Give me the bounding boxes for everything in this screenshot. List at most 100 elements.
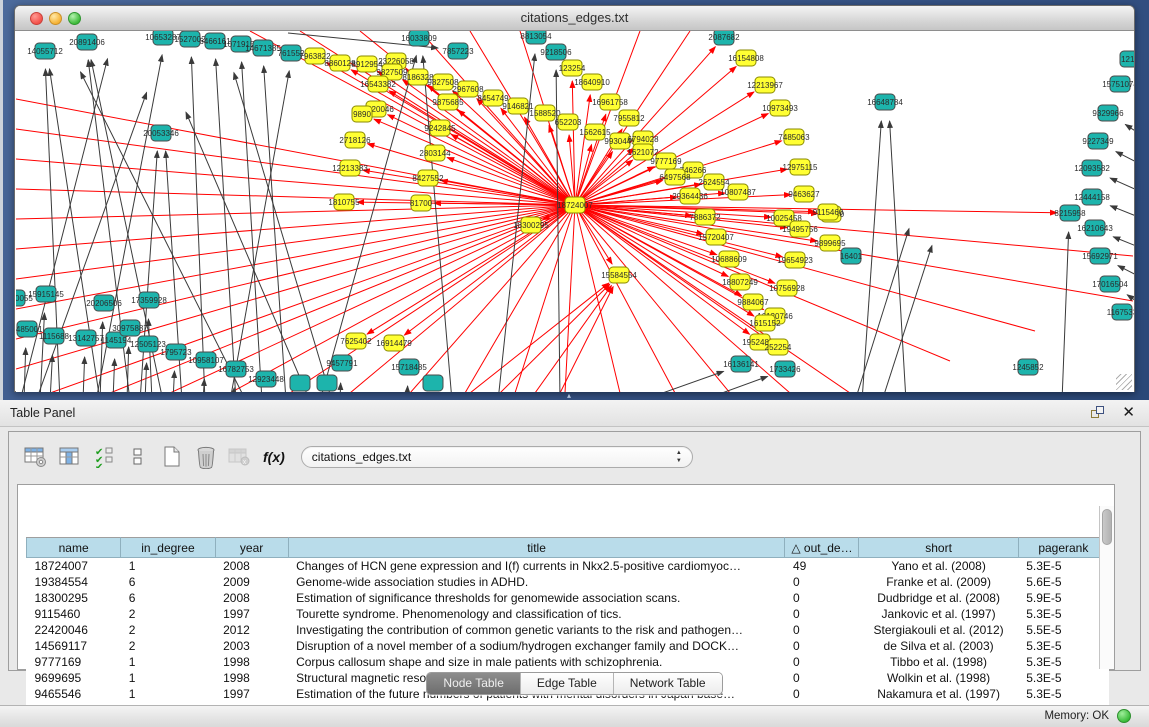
frame-resize-grip[interactable] <box>1116 374 1132 390</box>
network-node-label: 1167533 <box>1107 308 1134 317</box>
table-cell[interactable]: 2009 <box>215 574 288 590</box>
table-cell[interactable]: Investigating the contribution of common… <box>288 622 785 638</box>
table-cell[interactable]: Dudbridge et al. (2008) <box>859 590 1018 606</box>
rows-icon[interactable] <box>123 442 153 472</box>
network-node[interactable] <box>290 375 310 391</box>
table-cell[interactable]: 1998 <box>215 654 288 670</box>
table-cell[interactable]: Yano et al. (2008) <box>859 558 1018 574</box>
network-frame-titlebar[interactable]: citations_edges.txt <box>15 6 1134 31</box>
close-panel-icon[interactable]: ✕ <box>1122 403 1135 421</box>
row-selection-icon[interactable]: ✔✔✔ <box>89 442 119 472</box>
float-panel-icon[interactable] <box>1091 406 1105 420</box>
table-cell[interactable]: 49 <box>785 558 859 574</box>
table-cell[interactable]: 18724007 <box>27 558 121 574</box>
network-node[interactable] <box>317 375 337 391</box>
new-table-icon[interactable] <box>157 442 187 472</box>
table-row[interactable]: 911546021997Tourette syndrome. Phenomeno… <box>27 606 1109 622</box>
table-cell[interactable]: 18300295 <box>27 590 121 606</box>
table-cell[interactable]: Genome-wide association studies in ADHD. <box>288 574 785 590</box>
column-header-out_de[interactable]: △ out_de… <box>785 538 859 558</box>
table-cell[interactable]: 2012 <box>215 622 288 638</box>
delete-table-icon[interactable] <box>191 442 221 472</box>
table-cell[interactable]: 5.6E-5 <box>1018 574 1108 590</box>
table-cell[interactable]: Estimation of significance thresholds fo… <box>288 590 785 606</box>
network-node-label: 2967608 <box>452 85 484 94</box>
network-node[interactable] <box>423 375 443 391</box>
function-builder-icon[interactable]: f(x) <box>263 449 285 465</box>
tab-node-table[interactable]: Node Table <box>427 673 520 694</box>
attribute-browser: ✔✔✔xf(x)citations_edges.txt▲▼ namein_deg… <box>8 431 1141 671</box>
table-cell[interactable]: 9115460 <box>27 606 121 622</box>
table-cell[interactable]: Stergiakouli et al. (2012) <box>859 622 1018 638</box>
scrollbar-thumb[interactable] <box>1102 509 1112 545</box>
network-node-label: 10756928 <box>769 284 805 293</box>
table-cell[interactable]: 0 <box>785 590 859 606</box>
network-view-frame[interactable]: citations_edges.txt 18724007140557122089… <box>14 5 1135 392</box>
table-cell[interactable]: 2 <box>121 622 215 638</box>
table-cell[interactable]: 5.9E-5 <box>1018 590 1108 606</box>
table-cell[interactable]: 5.3E-5 <box>1018 654 1108 670</box>
table-cell[interactable]: 5.3E-5 <box>1018 558 1108 574</box>
table-cell[interactable]: 9777169 <box>27 654 121 670</box>
column-header-title[interactable]: title <box>288 538 785 558</box>
tab-edge-table[interactable]: Edge Table <box>520 673 613 694</box>
network-node-label: 9890 <box>353 110 371 119</box>
table-cell[interactable]: Jankovic et al. (1997) <box>859 606 1018 622</box>
table-cell[interactable]: Changes of HCN gene expression and I(f) … <box>288 558 785 574</box>
table-cell[interactable]: 2008 <box>215 590 288 606</box>
table-cell[interactable]: 5.3E-5 <box>1018 638 1108 654</box>
table-row[interactable]: 977716911998Corpus callosum shape and si… <box>27 654 1109 670</box>
table-cell[interactable]: Disruption of a novel member of a sodium… <box>288 638 785 654</box>
table-row[interactable]: 1456911722003Disruption of a novel membe… <box>27 638 1109 654</box>
network-node-label: 19654923 <box>777 256 813 265</box>
table-settings-icon[interactable] <box>21 442 51 472</box>
network-node-label: 17359928 <box>131 296 167 305</box>
network-node-label: 9777169 <box>650 157 682 166</box>
table-row[interactable]: 1830029562008Estimation of significance … <box>27 590 1109 606</box>
table-select-dropdown[interactable]: citations_edges.txt▲▼ <box>301 446 693 468</box>
table-cell[interactable]: Tibbo et al. (1998) <box>859 654 1018 670</box>
table-row[interactable]: 1938455462009Genome-wide association stu… <box>27 574 1109 590</box>
table-cell[interactable]: 0 <box>785 638 859 654</box>
table-cell[interactable]: de Silva et al. (2003) <box>859 638 1018 654</box>
table-cell[interactable]: Corpus callosum shape and size in male p… <box>288 654 785 670</box>
table-cell[interactable]: 14569117 <box>27 638 121 654</box>
network-node-label: 1115688 <box>39 332 70 341</box>
column-header-short[interactable]: short <box>859 538 1018 558</box>
table-cell[interactable]: 22420046 <box>27 622 121 638</box>
table-row[interactable]: 2242004622012Investigating the contribut… <box>27 622 1109 638</box>
table-cell[interactable]: 2 <box>121 606 215 622</box>
table-cell[interactable]: 1997 <box>215 606 288 622</box>
table-cell[interactable]: 0 <box>785 622 859 638</box>
table-cell[interactable]: 19384554 <box>27 574 121 590</box>
network-node-label: 10958107 <box>188 356 224 365</box>
column-header-name[interactable]: name <box>27 538 121 558</box>
network-canvas[interactable]: 1872400714055712208914061065328715270026… <box>16 31 1134 392</box>
table-cell[interactable]: 6 <box>121 590 215 606</box>
table-cell[interactable]: 0 <box>785 654 859 670</box>
splitter-handle[interactable]: ▴ <box>567 392 571 400</box>
column-header-pagerank[interactable]: pagerank <box>1018 538 1108 558</box>
table-vertical-scrollbar[interactable] <box>1099 506 1114 669</box>
table-cell[interactable]: 2008 <box>215 558 288 574</box>
network-node-label: 9115460 <box>813 208 844 217</box>
memory-status-icon[interactable] <box>1117 709 1131 723</box>
table-cell[interactable]: Franke et al. (2009) <box>859 574 1018 590</box>
select-columns-icon[interactable] <box>55 442 85 472</box>
table-cell[interactable]: 2003 <box>215 638 288 654</box>
table-cell[interactable]: 1 <box>121 558 215 574</box>
table-cell[interactable]: 2 <box>121 638 215 654</box>
table-cell[interactable]: 6 <box>121 574 215 590</box>
table-cell[interactable]: 0 <box>785 606 859 622</box>
column-header-in_degree[interactable]: in_degree <box>121 538 215 558</box>
table-cell[interactable]: 0 <box>785 574 859 590</box>
column-header-year[interactable]: year <box>215 538 288 558</box>
table-cell[interactable]: 5.5E-5 <box>1018 622 1108 638</box>
table-cell[interactable]: Tourette syndrome. Phenomenology and cla… <box>288 606 785 622</box>
network-node-label: 8427552 <box>412 174 444 183</box>
tab-network-table[interactable]: Network Table <box>613 673 722 694</box>
table-panel: Table Panel ✕ ✔✔✔xf(x)citations_edges.tx… <box>0 400 1149 705</box>
table-cell[interactable]: 5.3E-5 <box>1018 606 1108 622</box>
table-row[interactable]: 1872400712008Changes of HCN gene express… <box>27 558 1109 574</box>
table-cell[interactable]: 1 <box>121 654 215 670</box>
